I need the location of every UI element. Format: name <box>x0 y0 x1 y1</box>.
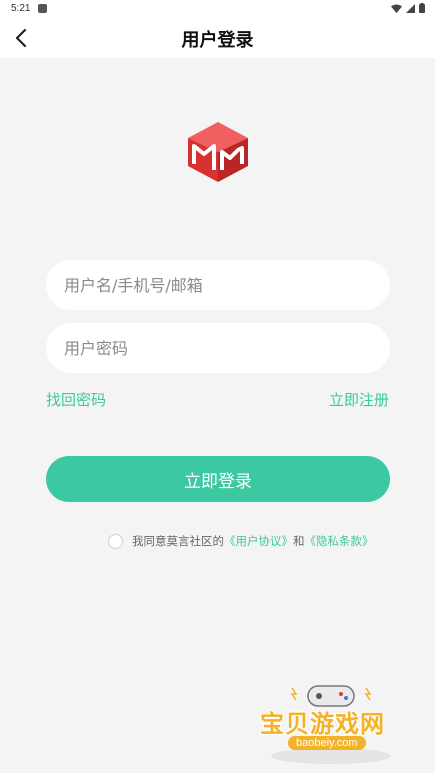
forgot-password-link[interactable]: 找回密码 <box>46 389 106 410</box>
signal-icon <box>406 3 415 13</box>
user-agreement-link[interactable]: 《用户协议》 <box>224 533 293 549</box>
register-link[interactable]: 立即注册 <box>329 389 389 410</box>
status-bar: 5:21 <box>0 0 435 18</box>
notification-icon <box>38 4 47 13</box>
watermark-url: baobeiy.com <box>288 736 366 750</box>
status-time: 5:21 <box>11 3 31 14</box>
app-logo <box>188 122 248 182</box>
watermark-title: 宝贝游戏网 <box>260 710 385 738</box>
password-input[interactable] <box>46 323 390 373</box>
nav-bar: 用户登录 <box>0 18 435 58</box>
agreement-prefix: 我同意莫言社区的 <box>132 534 224 548</box>
battery-icon <box>419 3 425 13</box>
agreement-checkbox[interactable] <box>108 533 123 549</box>
wifi-icon <box>391 4 402 13</box>
username-input[interactable] <box>46 260 390 310</box>
watermark: 宝贝游戏网 baobeiy.com <box>258 682 404 766</box>
privacy-terms-link[interactable]: 《隐私条款》 <box>305 533 374 549</box>
status-icons <box>391 3 425 13</box>
agreement-conjunction: 和 <box>293 534 305 548</box>
agreement-row: 我同意莫言社区的 《用户协议》 和 《隐私条款》 <box>108 533 374 549</box>
login-button[interactable]: 立即登录 <box>46 456 390 502</box>
page-title: 用户登录 <box>181 30 254 51</box>
